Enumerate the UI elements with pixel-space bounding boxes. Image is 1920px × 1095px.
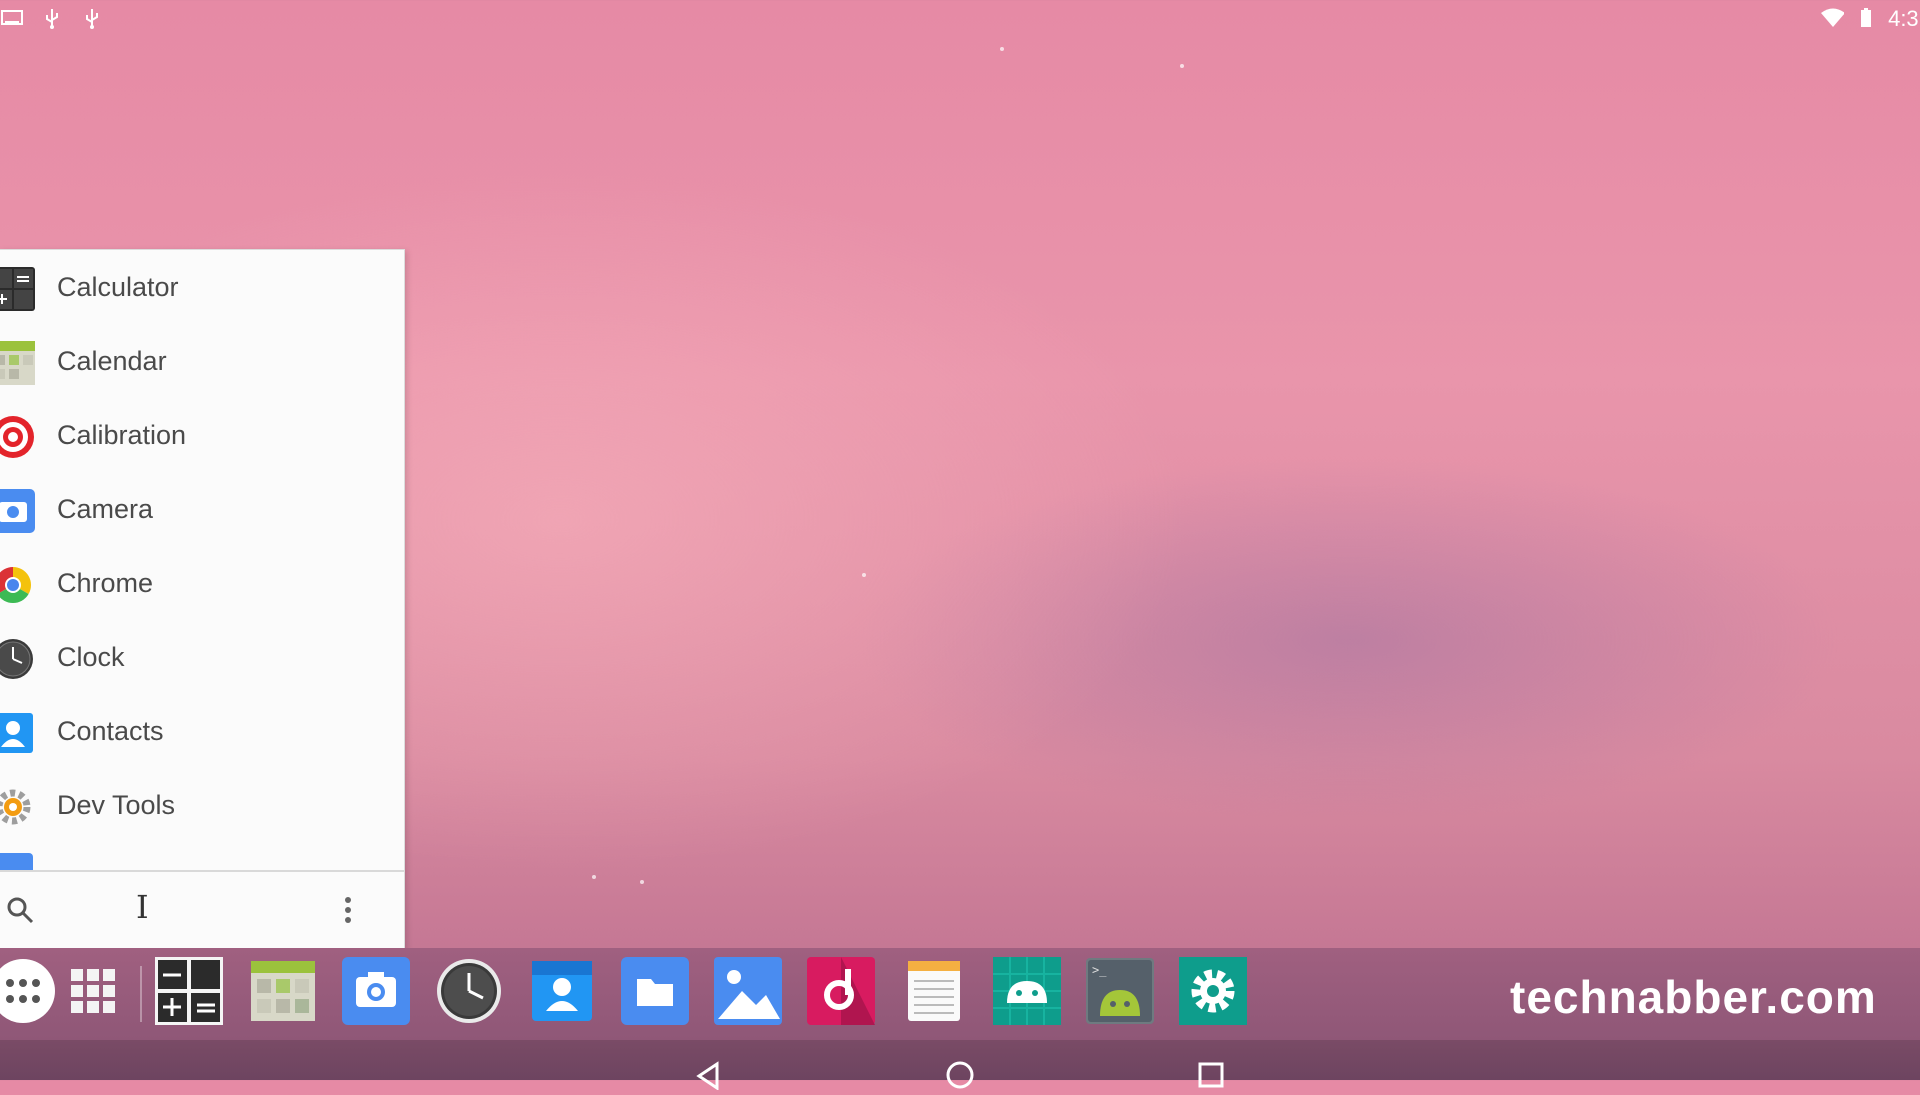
- status-bar: 4:3(: [0, 0, 1920, 36]
- target-icon: [0, 414, 36, 460]
- recent-apps-button[interactable]: [58, 958, 128, 1028]
- wallpaper-speck: [640, 880, 644, 884]
- dots-icon: [0, 958, 56, 1029]
- grid-icon: [69, 967, 117, 1020]
- contacts-icon: [0, 710, 36, 756]
- wifi-icon: [1820, 6, 1844, 30]
- app-item-camera[interactable]: Camera: [0, 472, 404, 546]
- camera-icon: [0, 488, 36, 534]
- taskbar-contacts[interactable]: [527, 958, 597, 1028]
- app-item-calendar[interactable]: Calendar: [0, 324, 404, 398]
- app-item-dev-tools[interactable]: Dev Tools: [0, 768, 404, 842]
- image-icon: [714, 956, 782, 1030]
- app-item-partial[interactable]: [0, 842, 404, 870]
- clock-icon: [0, 636, 36, 682]
- app-label: Chrome: [57, 567, 154, 598]
- contacts-icon: [532, 960, 592, 1026]
- battery-icon: [1854, 6, 1878, 30]
- wallpaper-speck: [1180, 64, 1184, 68]
- dev-tools-icon: [0, 784, 36, 830]
- app-label: Calculator: [57, 271, 179, 302]
- app-list[interactable]: Calculator Calendar Calibration Camera C…: [0, 250, 404, 870]
- start-menu: Calculator Calendar Calibration Camera C…: [0, 249, 405, 949]
- watermark-text: technabber.com: [1510, 971, 1877, 1023]
- taskbar-clock[interactable]: [434, 958, 504, 1028]
- navigation-bar: [0, 1040, 1920, 1091]
- more-vert-icon[interactable]: [336, 890, 360, 930]
- app-item-calibration[interactable]: Calibration: [0, 398, 404, 472]
- calendar-icon: [251, 960, 315, 1026]
- terminal-icon: >_: [1086, 957, 1154, 1029]
- wallpaper-speck: [862, 573, 866, 577]
- taskbar-files[interactable]: [620, 956, 690, 1030]
- app-item-chrome[interactable]: Chrome: [0, 546, 404, 620]
- taskbar: >_ technabber.com: [0, 948, 1920, 1040]
- screen-icon: [0, 6, 24, 30]
- folder-icon: [0, 850, 36, 870]
- menu-search-bar[interactable]: I: [0, 872, 404, 948]
- app-label: Camera: [57, 493, 154, 524]
- back-icon[interactable]: [693, 1060, 723, 1091]
- taskbar-notes[interactable]: [899, 958, 969, 1028]
- notes-icon: [908, 960, 960, 1026]
- app-item-calculator[interactable]: Calculator: [0, 250, 404, 324]
- calendar-icon: [0, 340, 36, 386]
- app-label: Contacts: [57, 715, 164, 746]
- recents-icon[interactable]: [1196, 1060, 1226, 1090]
- status-clock: 4:3(: [1888, 6, 1920, 31]
- clock-icon: [436, 958, 502, 1029]
- calculator-icon: [155, 956, 223, 1030]
- taskbar-terminal[interactable]: >_: [1085, 957, 1155, 1029]
- taskbar-calculator[interactable]: [154, 956, 224, 1030]
- app-item-contacts[interactable]: Contacts: [0, 694, 404, 768]
- taskbar-calendar[interactable]: [248, 958, 318, 1028]
- taskbar-android-app[interactable]: [992, 956, 1062, 1030]
- wallpaper-speck: [592, 875, 596, 879]
- camera-icon: [342, 956, 410, 1030]
- wallpaper-speck: [1000, 47, 1004, 51]
- calculator-icon: [0, 266, 36, 312]
- search-icon[interactable]: [4, 894, 36, 926]
- app-label: Clock: [57, 641, 125, 672]
- app-label: Dev Tools: [57, 789, 176, 820]
- android-icon: [993, 956, 1061, 1030]
- app-item-clock[interactable]: Clock: [0, 620, 404, 694]
- usb-icon: [40, 6, 64, 30]
- chrome-icon: [0, 562, 36, 608]
- taskbar-settings[interactable]: [1178, 956, 1248, 1030]
- taskbar-camera[interactable]: [341, 956, 411, 1030]
- app-label: Calendar: [57, 345, 167, 376]
- folder-icon: [621, 956, 689, 1030]
- svg-text:>_: >_: [1092, 963, 1107, 977]
- home-icon[interactable]: [945, 1060, 975, 1090]
- gear-icon: [1179, 956, 1247, 1030]
- taskbar-gallery[interactable]: [713, 956, 783, 1030]
- app-drawer-button[interactable]: [0, 958, 58, 1028]
- taskbar-music[interactable]: [806, 956, 876, 1030]
- text-cursor-icon: I: [136, 888, 149, 926]
- usb-icon: [80, 6, 104, 30]
- taskbar-separator: [140, 966, 142, 1022]
- music-icon: [807, 956, 875, 1030]
- app-label: Calibration: [57, 419, 187, 450]
